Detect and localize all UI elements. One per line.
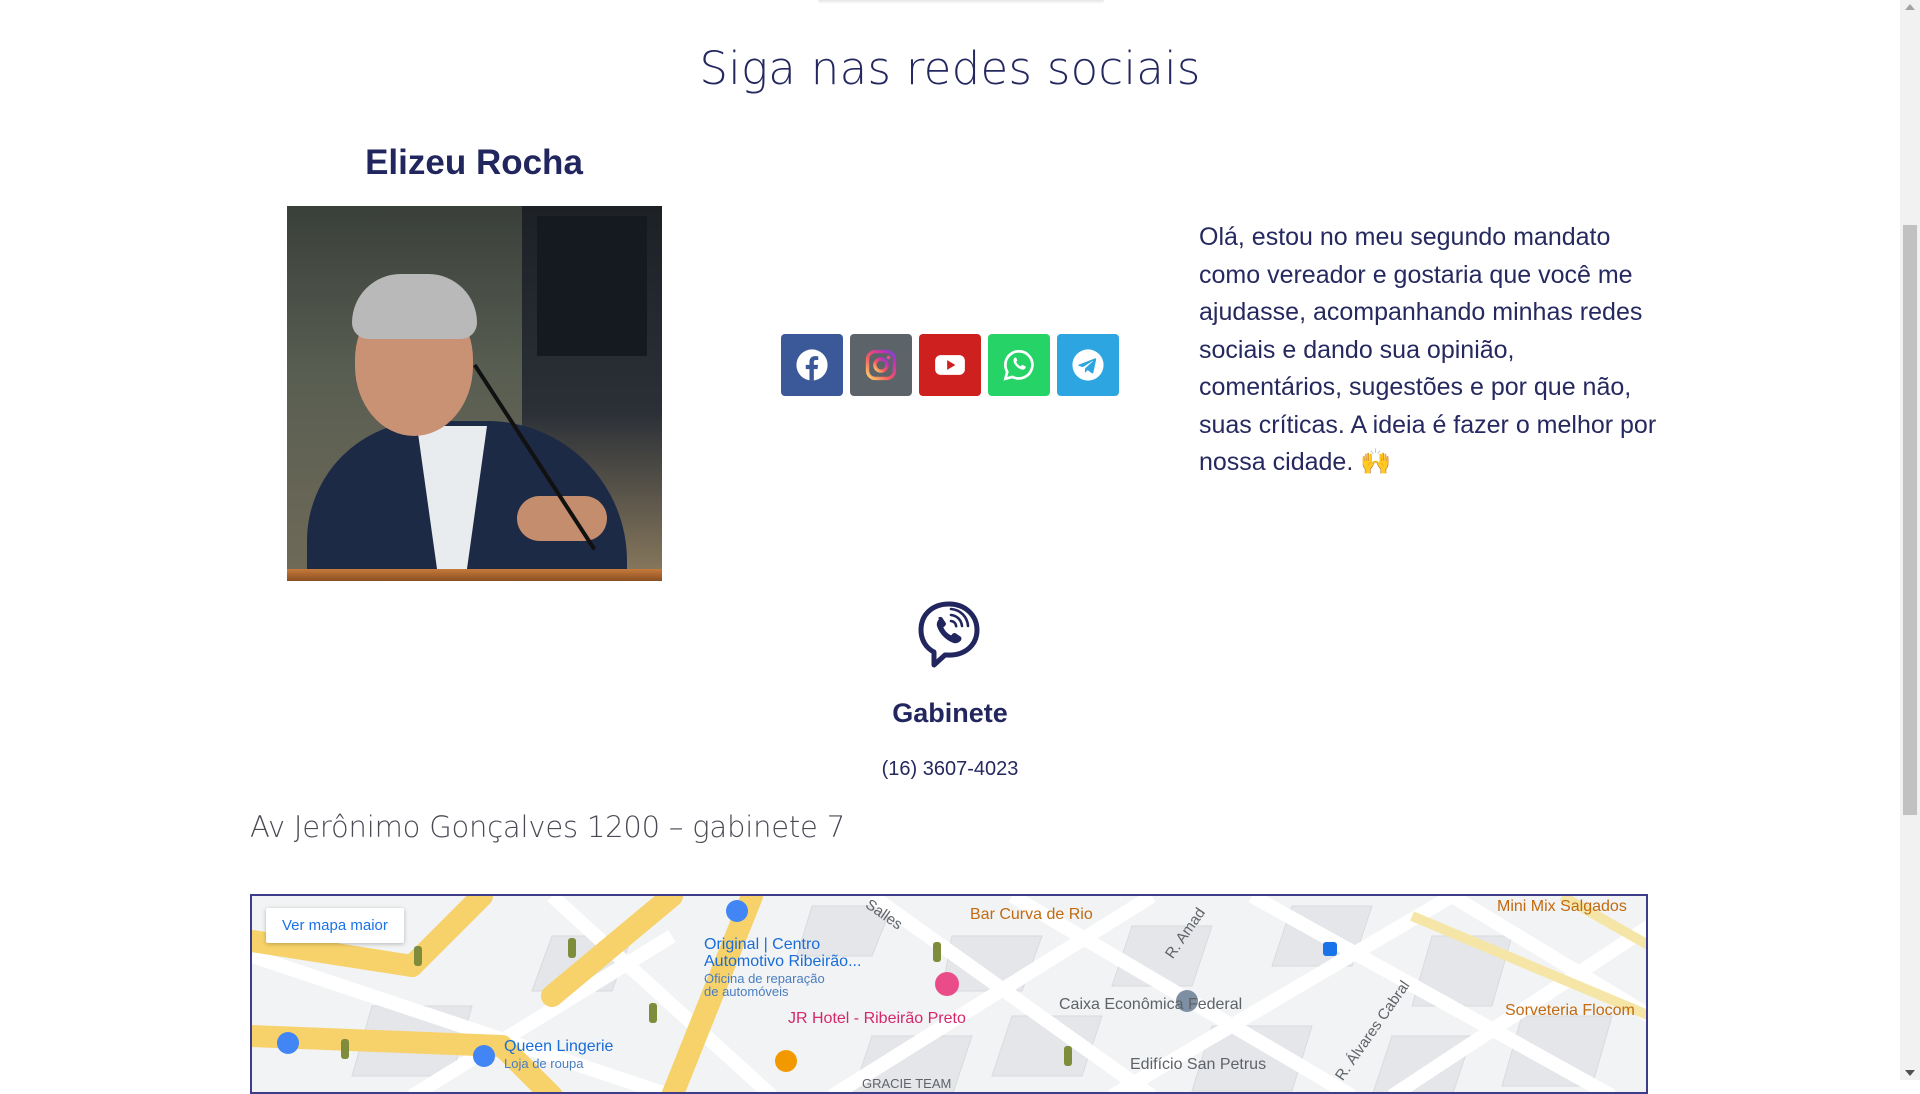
map-place-caixa[interactable]: Caixa Econômica Federal (1059, 996, 1242, 1014)
map-place-queen-sub: Loja de roupa (504, 1056, 584, 1071)
map-tiles (252, 896, 1646, 1092)
map-place-original[interactable]: Original | Centro Automotivo Ribeirão... (704, 936, 861, 970)
map-place-sorveteria[interactable]: Sorveteria Flocom (1505, 1002, 1635, 1020)
instagram-icon (865, 349, 897, 381)
telegram-icon (1072, 349, 1104, 381)
map-place-jr-hotel[interactable]: JR Hotel - Ribeirão Preto (788, 1010, 966, 1028)
youtube-icon (935, 355, 965, 375)
phone-icon (918, 601, 980, 668)
map-place-mini-mix[interactable]: Mini Mix Salgados (1497, 898, 1627, 916)
youtube-button[interactable] (919, 334, 981, 396)
facebook-button[interactable] (781, 334, 843, 396)
bio-text: Olá, estou no meu segundo mandato como v… (1199, 223, 1657, 476)
embedded-map[interactable]: Ver mapa maior Bar Curva de Rio Mini Mix… (250, 894, 1648, 1094)
section-title: Siga nas redes sociais (699, 42, 1201, 95)
contact-phone[interactable]: (16) 3607-4023 (0, 758, 1900, 781)
telegram-button[interactable] (1057, 334, 1119, 396)
social-links (781, 334, 1119, 396)
contact-title: Gabinete (892, 698, 1008, 728)
map-place-original-sub: Oficina de reparação de automóveis (704, 971, 825, 999)
profile-name: Elizeu Rocha (365, 143, 583, 182)
facebook-icon (796, 349, 828, 381)
map-place-bar[interactable]: Bar Curva de Rio (970, 906, 1093, 924)
map-place-queen[interactable]: Queen Lingerie (504, 1038, 613, 1056)
instagram-button[interactable] (850, 334, 912, 396)
contact-address: Av Jerônimo Gonçalves 1200 – gabinete 7 (250, 810, 845, 844)
header-shadow (818, 0, 1104, 4)
profile-photo (287, 206, 662, 581)
scroll-up-icon[interactable] (1905, 4, 1915, 10)
scroll-down-icon[interactable] (1905, 1070, 1915, 1076)
map-place-edificio[interactable]: Edifício San Petrus (1130, 1056, 1266, 1074)
map-place-gracie[interactable]: GRACIE TEAM (862, 1076, 951, 1091)
view-larger-map-button[interactable]: Ver mapa maior (266, 908, 404, 943)
page-scrollbar[interactable] (1900, 0, 1920, 1080)
whatsapp-button[interactable] (988, 334, 1050, 396)
whatsapp-icon (1003, 349, 1034, 381)
scrollbar-thumb[interactable] (1903, 225, 1917, 815)
